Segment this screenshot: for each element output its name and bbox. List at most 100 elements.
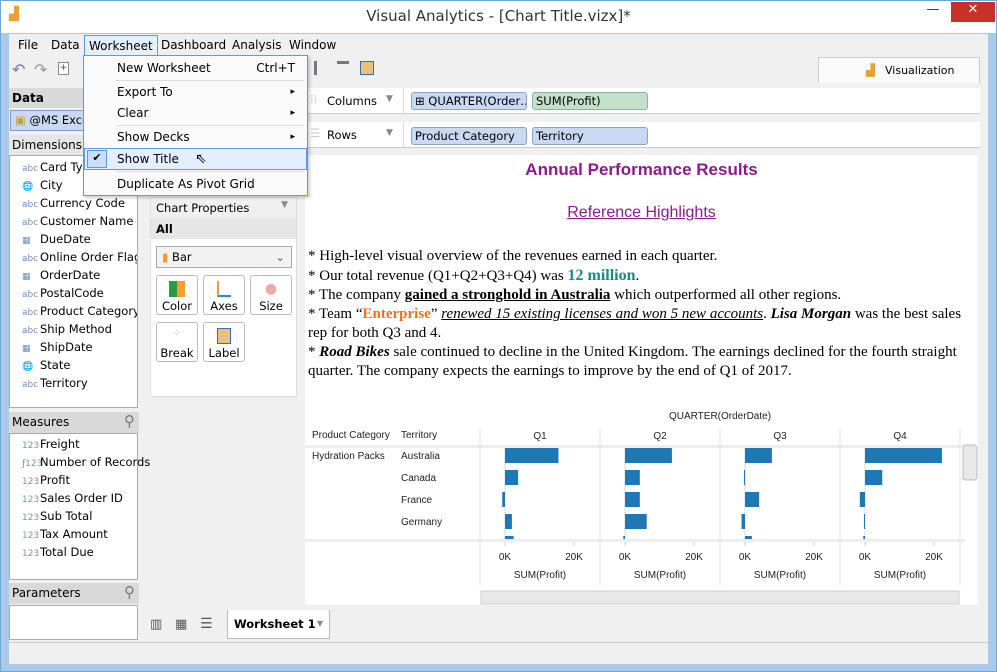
chart-properties-header[interactable]: Chart Properties ▼ bbox=[151, 198, 296, 218]
expand-icon[interactable]: ⊞ bbox=[415, 94, 425, 108]
scope-label: All bbox=[151, 218, 296, 239]
menu-item-duplicate-as-pivot-grid[interactable]: Duplicate As Pivot Grid bbox=[84, 173, 307, 195]
dimension-item[interactable]: ▦ DueDate bbox=[10, 230, 137, 248]
menu-item-clear[interactable]: Clear ▸ bbox=[84, 102, 307, 124]
notes-text: * High-level visual overview of the reve… bbox=[308, 247, 968, 381]
dimension-item[interactable]: ▦ ShipDate bbox=[10, 338, 137, 356]
label-toggle-icon[interactable] bbox=[360, 61, 374, 75]
pill-label: QUARTER(Order… bbox=[428, 94, 527, 108]
menu-worksheet[interactable]: Worksheet bbox=[84, 35, 158, 56]
measures-list: 123Freight ƒ123Number of Records 123Profit… bbox=[9, 433, 150, 580]
undo-icon[interactable]: ↶ bbox=[12, 60, 25, 79]
bar bbox=[505, 514, 512, 529]
row-header: Territory bbox=[401, 430, 437, 441]
size-button[interactable]: ● Size bbox=[250, 275, 292, 315]
menu-item-export-to[interactable]: Export To ▸ bbox=[84, 81, 307, 103]
menu-analysis[interactable]: Analysis bbox=[228, 38, 285, 52]
grip-icon: ⁞⁞ bbox=[310, 92, 318, 106]
bar bbox=[625, 448, 672, 463]
new-dashboard-icon[interactable]: ▦ bbox=[175, 617, 187, 632]
window-title: Visual Analytics - [Chart Title.vizx]* bbox=[366, 7, 631, 25]
pill-territory[interactable]: Territory bbox=[532, 127, 648, 145]
dimension-item[interactable]: abc Online Order Flag bbox=[10, 248, 137, 266]
x-axis-label: SUM(Profit) bbox=[634, 570, 686, 581]
chart-properties-title: Chart Properties bbox=[156, 201, 250, 215]
parameters-label: Parameters bbox=[12, 586, 81, 600]
menu-item-new-worksheet[interactable]: New Worksheet Ctrl+T bbox=[84, 57, 307, 79]
close-button[interactable]: ✕ bbox=[951, 2, 995, 22]
color-button[interactable]: Color bbox=[156, 275, 198, 315]
checkmark-icon: ✔ bbox=[87, 150, 107, 168]
search-icon[interactable]: ⚲ bbox=[124, 412, 135, 430]
bar bbox=[741, 514, 745, 529]
menu-file[interactable]: File bbox=[14, 38, 42, 52]
chevron-down-icon[interactable]: ▼ bbox=[386, 94, 393, 104]
tab-worksheet-1[interactable]: Worksheet 1 ▼ bbox=[227, 610, 330, 639]
axes-button[interactable]: Axes bbox=[203, 275, 245, 315]
sort-descending-icon[interactable] bbox=[337, 61, 349, 75]
measure-item[interactable]: 123Sub Total bbox=[10, 507, 137, 525]
shortcut-label: Ctrl+T bbox=[256, 61, 295, 75]
measure-item[interactable]: 123Profit bbox=[10, 471, 137, 489]
bar bbox=[865, 448, 942, 463]
x-axis-label: SUM(Profit) bbox=[874, 570, 926, 581]
menu-item-label: Export To bbox=[117, 85, 173, 99]
dimension-item[interactable]: abc Territory bbox=[10, 374, 137, 392]
menu-data[interactable]: Data bbox=[47, 38, 84, 52]
break-button[interactable]: ⁘ Break bbox=[156, 322, 198, 362]
tab-visualization[interactable]: ▟ Visualization bbox=[818, 57, 980, 83]
dimension-label: Online Order Flag bbox=[40, 250, 138, 264]
label-label: Label bbox=[208, 346, 240, 360]
pill-sum-profit[interactable]: SUM(Profit) bbox=[532, 92, 648, 110]
horizontal-scrollbar[interactable] bbox=[480, 590, 960, 605]
chart-type-select[interactable]: ▮ Bar ⌄ bbox=[156, 246, 292, 268]
minimize-button[interactable]: — bbox=[919, 2, 947, 22]
dimension-item[interactable]: abc Currency Code bbox=[10, 194, 137, 212]
dimension-item[interactable]: 🌐 State bbox=[10, 356, 137, 374]
x-tick-label: 0K bbox=[739, 552, 752, 563]
bar bbox=[859, 492, 865, 507]
x-tick-label: 0K bbox=[859, 552, 872, 563]
chevron-down-icon[interactable]: ▼ bbox=[317, 619, 323, 628]
vertical-scrollbar[interactable] bbox=[962, 444, 978, 481]
pill-product-category[interactable]: Product Category bbox=[411, 127, 527, 145]
submenu-arrow-icon: ▸ bbox=[290, 132, 295, 142]
pill-quarter[interactable]: ⊞ QUARTER(Order… bbox=[411, 92, 527, 110]
search-icon[interactable]: ⚲ bbox=[124, 583, 135, 601]
dimension-item[interactable]: abc Product Category bbox=[10, 302, 137, 320]
dimension-item[interactable]: abc PostalCode bbox=[10, 284, 137, 302]
measure-item[interactable]: 123Total Due bbox=[10, 543, 137, 561]
menu-item-show-decks[interactable]: Show Decks ▸ bbox=[84, 126, 307, 148]
measure-label: Sales Order ID bbox=[40, 491, 123, 505]
measure-item[interactable]: 123Freight bbox=[10, 435, 137, 453]
redo-icon[interactable]: ↷ bbox=[34, 60, 47, 79]
menu-item-show-title[interactable]: ✔ Show Title ⇖ bbox=[84, 148, 307, 170]
tab-visualization-label: Visualization bbox=[885, 64, 955, 77]
new-worksheet-icon[interactable]: ▥ bbox=[150, 617, 162, 632]
note-highlight: Lisa Morgan bbox=[770, 306, 852, 322]
label-button[interactable]: Label bbox=[203, 322, 245, 362]
new-worksheet-icon[interactable]: + bbox=[58, 62, 69, 75]
territory-label: Australia bbox=[401, 451, 440, 462]
x-tick-label: 20K bbox=[565, 552, 583, 563]
chevron-down-icon[interactable]: ▼ bbox=[386, 128, 393, 138]
measure-item[interactable]: ƒ123Number of Records bbox=[10, 453, 150, 471]
measure-item[interactable]: 123Tax Amount bbox=[10, 525, 137, 543]
measure-item[interactable]: 123Sales Order ID bbox=[10, 489, 137, 507]
divider bbox=[403, 122, 404, 148]
dimension-item[interactable]: ▦ OrderDate bbox=[10, 266, 137, 284]
sheet-list-icon[interactable]: ☰ bbox=[200, 616, 213, 632]
note-text: sale continued to decline in the United … bbox=[308, 344, 957, 379]
note-text: * Team “ bbox=[308, 306, 363, 322]
break-label: Break bbox=[160, 346, 194, 360]
dimension-item[interactable]: abc Customer Name bbox=[10, 212, 137, 230]
sort-ascending-icon[interactable] bbox=[314, 61, 326, 75]
axis-divider bbox=[305, 539, 965, 542]
menu-window[interactable]: Window bbox=[285, 38, 340, 52]
quarter-label: Q2 bbox=[653, 431, 667, 442]
grip-icon: ☰ bbox=[310, 126, 321, 140]
dimension-label: ShipDate bbox=[40, 340, 93, 354]
menu-dashboard[interactable]: Dashboard bbox=[157, 38, 230, 52]
note-text: which outperformed all other regions. bbox=[610, 287, 842, 303]
dimension-item[interactable]: abc Ship Method bbox=[10, 320, 137, 338]
